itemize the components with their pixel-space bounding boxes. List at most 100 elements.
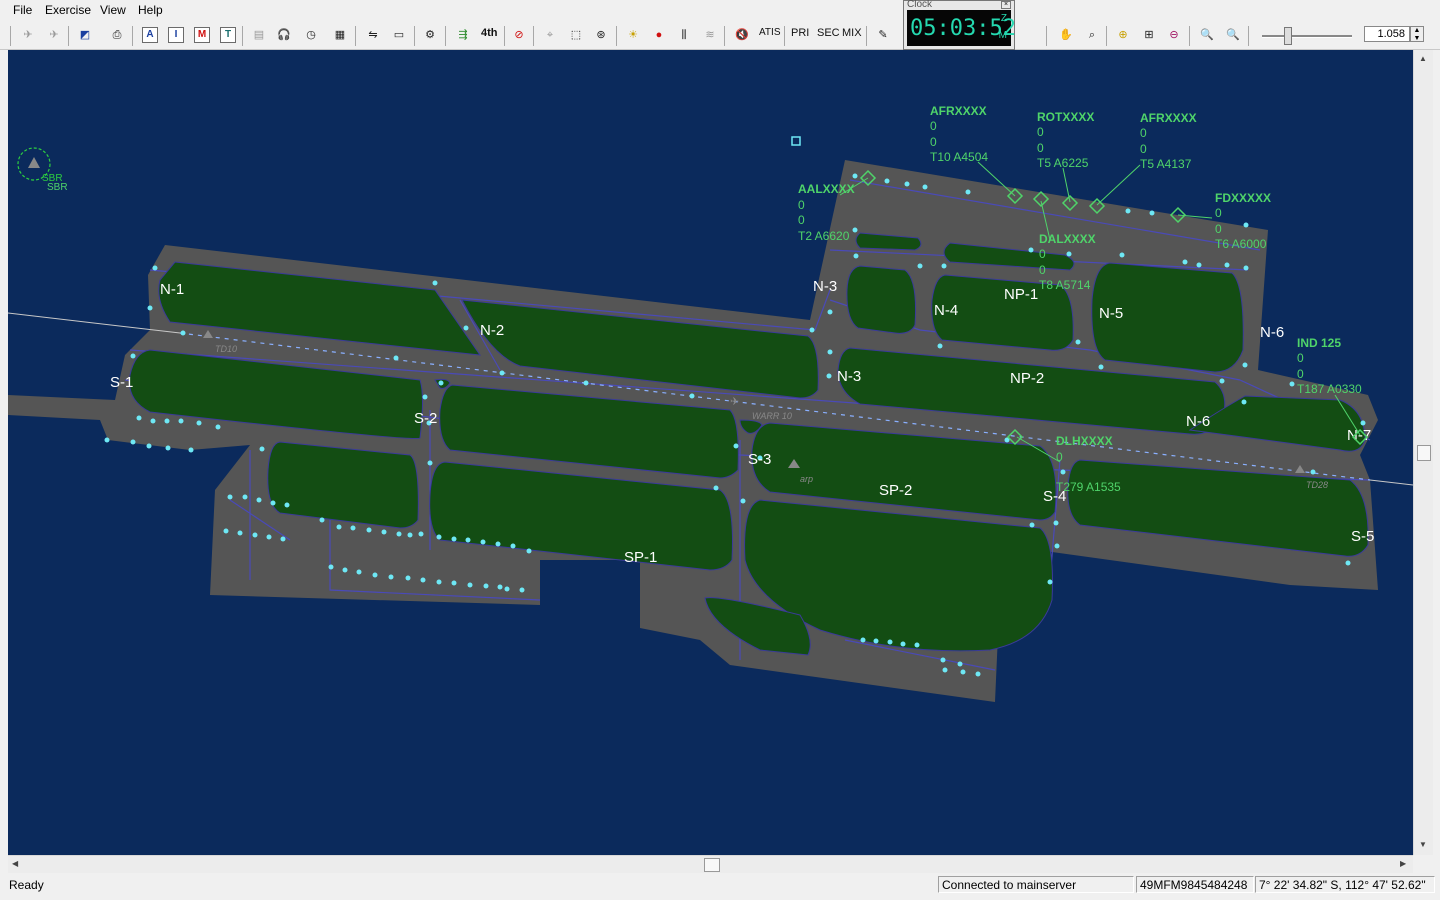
aircraft-line: 0 [1215,206,1222,220]
toolbar-separator [866,26,867,46]
arp-label: arp [800,474,813,484]
taxiway-label: NP-2 [1010,370,1044,387]
scroll-left-icon[interactable]: ◀ [12,859,18,868]
aircraft-icon[interactable]: ✈ [17,24,39,46]
taxiway-label: S-5 [1351,528,1374,545]
lights-icon[interactable]: ● [648,24,670,46]
horizontal-scrollbar[interactable]: ◀ ▶ [8,855,1413,873]
layout-icon[interactable]: ▦ [329,24,351,46]
taxiway-label: SP-2 [879,482,912,499]
scroll-up-icon[interactable]: ▲ [1419,54,1427,63]
t-button[interactable]: T [220,27,236,43]
aircraft-label-fdx[interactable]: FDXXXXX 0 0 T6 A6000 [1215,191,1271,251]
zoom-out-icon[interactable]: 🔍 [1222,24,1244,46]
sec-button[interactable]: SEC [817,27,840,39]
mix-button[interactable]: MIX [842,27,862,39]
aircraft-callsign[interactable]: AFRXXXX [1140,111,1197,125]
pan-hand-icon[interactable]: ✋ [1055,24,1077,46]
wind-icon[interactable]: ≋ [699,24,721,46]
toolbar-separator [242,26,243,46]
level-4th-button[interactable]: 4th [481,27,498,39]
vertical-scroll-thumb[interactable] [1417,445,1431,461]
crosshair-icon[interactable]: ⌖ [539,24,561,46]
aircraft-remove-icon[interactable]: ✈ [43,24,65,46]
aircraft-callsign[interactable]: IND 125 [1297,336,1341,350]
m-button[interactable]: M [194,27,210,43]
selection-marker[interactable] [791,136,801,146]
clock-title: Clock [907,0,933,10]
aircraft-callsign[interactable]: AALXXXX [798,182,855,196]
aircraft-label-rot[interactable]: ROTXXXX 0 0 T5 A6225 [1037,110,1094,170]
printer-icon[interactable]: ⎙ [106,24,128,46]
aircraft-callsign[interactable]: FDXXXXX [1215,191,1271,205]
aircraft-icon: ✈ [730,396,739,408]
status-bar: Ready Connected to mainserver 49MFM98454… [0,874,1440,900]
grass-n4 [846,265,916,334]
window-icon[interactable]: ◩ [74,24,96,46]
menu-view[interactable]: View [100,3,126,17]
taxiway-label: N-3 [837,368,861,385]
zoom-slider-track[interactable] [1262,35,1352,38]
headset-icon[interactable]: 🎧 [273,24,295,46]
zoom-slider-thumb[interactable] [1284,27,1292,45]
menu-exercise[interactable]: Exercise [45,3,91,17]
pri-button[interactable]: PRI [791,27,809,39]
session-id: 49MFM9845484248 [1136,876,1254,893]
toolbar: ✈ ✈ ◩ ⎙ A I M T ▤ 🎧 ◷ ▦ ⇋ ▭ ⚙ ⇶ 4th ⊘ ⌖ … [0,20,1440,50]
clock-window[interactable]: Clock × 05:03:52 Z M [903,0,1016,50]
settings-icon[interactable]: ⚙ [419,24,441,46]
stopbar-icon[interactable]: ⫼ [673,24,695,46]
taxiway-label: N-2 [480,322,504,339]
menu-help[interactable]: Help [138,3,163,17]
close-icon[interactable]: × [1001,1,1011,9]
aircraft-label-ind[interactable]: IND 125 0 0 T187 A0330 [1297,336,1362,396]
aircraft-line: T10 A4504 [930,150,988,164]
scroll-down-icon[interactable]: ▼ [1419,840,1427,849]
clock-icon[interactable]: ◷ [300,24,322,46]
atis-button[interactable]: ATIS [759,27,780,38]
aircraft-callsign[interactable]: AFRXXXX [930,104,987,118]
zoom-box-icon[interactable]: ⌕ [1081,24,1103,46]
zoom-level-input[interactable]: 1.058 [1364,26,1410,42]
aircraft-callsign[interactable]: DLHXXXX [1056,434,1113,448]
ruler-icon[interactable]: ▭ [388,24,410,46]
aircraft-callsign[interactable]: ROTXXXX [1037,110,1094,124]
find-icon[interactable]: ⊛ [590,24,612,46]
sbr-label-2: SBR [47,182,68,193]
i-button[interactable]: I [168,27,184,43]
zoom-spinner[interactable]: ▲ ▼ [1410,26,1424,42]
zoom-previous-icon[interactable]: ⊖ [1163,24,1185,46]
horizontal-scroll-thumb[interactable] [704,858,720,872]
zoom-in-icon[interactable]: 🔍 [1196,24,1218,46]
mute-icon[interactable]: 🔇 [731,24,753,46]
taxiway-label: SP-1 [624,549,657,566]
document-icon[interactable]: ▤ [248,24,270,46]
aircraft-line: 0 [798,198,805,212]
taxiway-label: N-1 [160,281,184,298]
weather-icon[interactable]: ☀ [622,24,644,46]
taxiway-label: N-3 [813,278,837,295]
no-entry-icon[interactable]: ⊘ [508,24,530,46]
route-icon[interactable]: ⇋ [362,24,384,46]
a-button[interactable]: A [142,27,158,43]
menu-file[interactable]: File [13,3,32,17]
sbr-marker[interactable]: SBR SBR [17,147,68,193]
pen-icon[interactable]: ✎ [872,24,894,46]
clock-zulu: Z [1000,13,1007,24]
taxiway-label: S-2 [414,410,437,427]
zoom-extent-icon[interactable]: ⊕ [1112,24,1134,46]
vertical-scrollbar[interactable]: ▲ ▼ [1413,50,1433,855]
taxiway-label: NP-1 [1004,286,1038,303]
aircraft-line: 0 [1140,126,1147,140]
zoom-window-icon[interactable]: ⊞ [1138,24,1160,46]
aircraft-label-afr1[interactable]: AFRXXXX 0 0 T10 A4504 [930,104,988,164]
toolbar-separator [68,26,69,46]
airport-map[interactable]: TD10 TD28 WARR 10 ✈ arp SBR SBR N-1 N-2 … [8,50,1413,855]
aircraft-callsign[interactable]: DALXXXX [1039,232,1096,246]
aircraft-line: T187 A0330 [1297,382,1362,396]
map-layers-icon[interactable]: ⇶ [452,24,474,46]
aircraft-label-afr2[interactable]: AFRXXXX 0 0 T5 A4137 [1140,111,1197,171]
select-zoom-icon[interactable]: ⬚ [565,24,587,46]
airport-map-svg[interactable]: TD10 TD28 WARR 10 ✈ arp SBR SBR N-1 N-2 … [8,50,1413,855]
scroll-right-icon[interactable]: ▶ [1400,859,1406,868]
